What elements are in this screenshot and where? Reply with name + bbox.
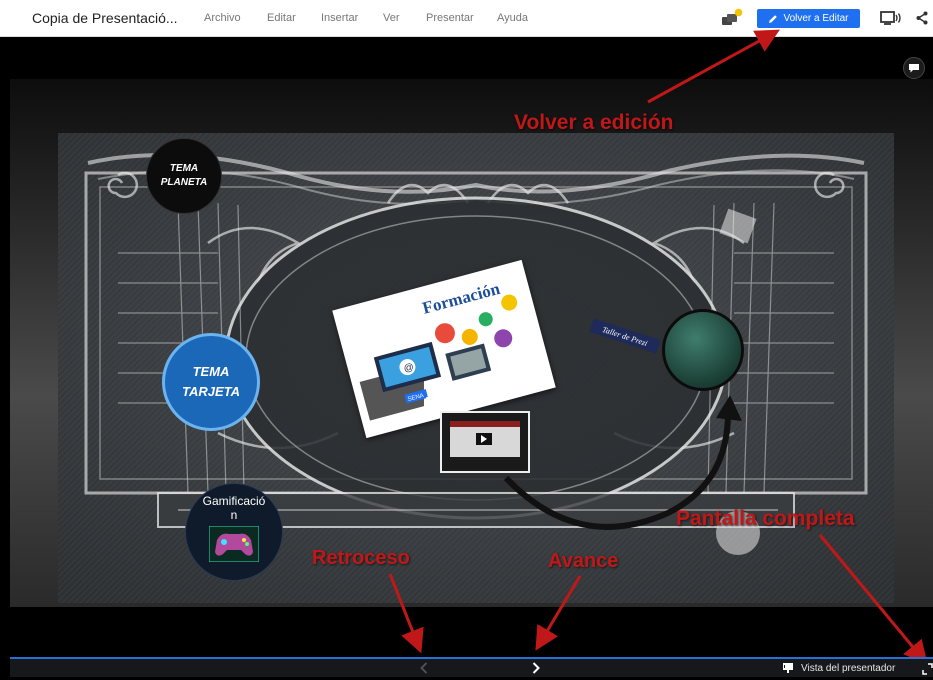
presenter-icon (783, 663, 793, 673)
arrow-to-edit-button (647, 29, 780, 104)
previous-step-button[interactable] (414, 660, 434, 676)
presentation-controls-bar: Vista del presentador (10, 657, 933, 677)
arrow-to-fullscreen (818, 534, 928, 665)
fullscreen-icon (922, 663, 933, 675)
presenter-view-button[interactable]: Vista del presentador (782, 660, 895, 676)
arrow-to-back (388, 573, 424, 654)
fullscreen-button[interactable] (922, 662, 933, 675)
arrow-to-forward (535, 575, 582, 651)
presenter-view-label: Vista del presentador (801, 662, 896, 674)
annotation-arrows (388, 29, 928, 665)
next-step-button[interactable] (526, 660, 546, 676)
chevron-right-icon (532, 662, 540, 674)
chevron-left-icon (420, 662, 428, 674)
